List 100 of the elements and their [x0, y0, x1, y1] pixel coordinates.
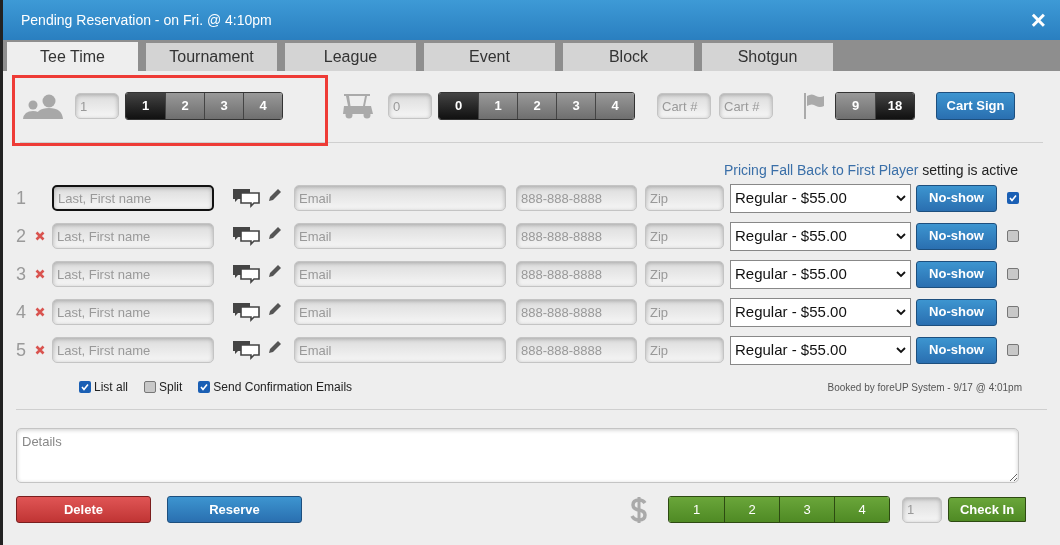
segment-button[interactable]: 1: [478, 93, 517, 119]
checkbox[interactable]: [1007, 230, 1019, 242]
checkbox[interactable]: [198, 381, 211, 393]
zip-field[interactable]: Zip: [645, 299, 724, 325]
price-select[interactable]: Regular - $55.00: [730, 297, 911, 327]
tab[interactable]: League: [285, 43, 416, 71]
no-show-button[interactable]: No-show: [916, 260, 997, 288]
name-field[interactable]: Last, First name: [52, 185, 214, 211]
pay-button[interactable]: 3: [779, 497, 834, 522]
no-show-button[interactable]: No-show: [916, 184, 997, 212]
segment-button[interactable]: 3: [204, 93, 243, 119]
row-number: 4: [16, 300, 27, 324]
carts-count-field[interactable]: 0: [388, 93, 432, 119]
row-number: 5: [16, 338, 27, 362]
checkbox[interactable]: [1007, 192, 1019, 204]
pricing-link[interactable]: Pricing Fall Back to First Player: [723, 162, 919, 178]
email-field[interactable]: Email: [294, 261, 506, 287]
tab[interactable]: Shotgun: [702, 43, 833, 71]
players-count-field[interactable]: 1: [75, 93, 119, 119]
segment-button[interactable]: 4: [595, 93, 634, 119]
price-select[interactable]: Regular - $55.00: [730, 259, 911, 289]
chevron-down-icon: [896, 308, 906, 316]
no-show-button[interactable]: No-show: [916, 222, 997, 250]
price-select[interactable]: Regular - $55.00: [730, 221, 911, 251]
window-title: Pending Reservation - on Fri. @ 4:10pm: [21, 10, 272, 30]
comments-icon[interactable]: [232, 264, 260, 284]
pay-button[interactable]: 4: [834, 497, 889, 522]
check-in-count-field[interactable]: 1: [902, 496, 942, 523]
zip-field[interactable]: Zip: [645, 337, 724, 363]
zip-field[interactable]: Zip: [645, 261, 724, 287]
zip-field[interactable]: Zip: [645, 185, 724, 211]
option-label: List all: [94, 379, 128, 396]
details-field[interactable]: Details: [16, 428, 1019, 483]
segment-button[interactable]: 2: [165, 93, 204, 119]
no-show-button[interactable]: No-show: [916, 336, 997, 364]
row-number: 3: [16, 262, 27, 286]
cart-sign-button[interactable]: Cart Sign: [936, 92, 1015, 120]
golf-cart-icon: [340, 92, 376, 120]
segment-button[interactable]: 18: [875, 93, 914, 119]
email-field[interactable]: Email: [294, 185, 506, 211]
segment-button[interactable]: 9: [836, 93, 875, 119]
option-label: Send Confirmation Emails: [213, 379, 353, 396]
phone-field[interactable]: 888-888-8888: [516, 337, 637, 363]
tab[interactable]: Event: [424, 43, 555, 71]
checkbox[interactable]: [1007, 268, 1019, 280]
remove-icon[interactable]: [35, 307, 45, 317]
price-select[interactable]: Regular - $55.00: [730, 335, 911, 365]
delete-button[interactable]: Delete: [16, 496, 151, 523]
pencil-icon[interactable]: [268, 302, 282, 316]
email-field[interactable]: Email: [294, 337, 506, 363]
email-field[interactable]: Email: [294, 299, 506, 325]
row-number: 2: [16, 224, 27, 248]
tab[interactable]: Tournament: [146, 43, 277, 71]
cart-number-field[interactable]: Cart #: [719, 93, 773, 119]
remove-icon[interactable]: [35, 231, 45, 241]
phone-field[interactable]: 888-888-8888: [516, 299, 637, 325]
comments-icon[interactable]: [232, 188, 260, 208]
check-in-button[interactable]: Check In: [948, 497, 1026, 522]
tab[interactable]: Tee Time: [7, 42, 138, 71]
dollar-icon: [630, 495, 648, 524]
segment-button[interactable]: 4: [243, 93, 282, 119]
close-button[interactable]: ×: [1030, 7, 1046, 33]
pencil-icon[interactable]: [268, 226, 282, 240]
chevron-down-icon: [896, 232, 906, 240]
row-number: 1: [16, 186, 27, 210]
checkbox[interactable]: [1007, 306, 1019, 318]
people-icon: [23, 93, 65, 119]
chevron-down-icon: [896, 194, 906, 202]
phone-field[interactable]: 888-888-8888: [516, 223, 637, 249]
reserve-button[interactable]: Reserve: [167, 496, 302, 523]
zip-field[interactable]: Zip: [645, 223, 724, 249]
chevron-down-icon: [896, 346, 906, 354]
checkbox[interactable]: [144, 381, 156, 393]
no-show-button[interactable]: No-show: [916, 298, 997, 326]
chevron-down-icon: [896, 270, 906, 278]
comments-icon[interactable]: [232, 302, 260, 322]
comments-icon[interactable]: [232, 340, 260, 360]
segment-button[interactable]: 1: [126, 93, 165, 119]
phone-field[interactable]: 888-888-8888: [516, 261, 637, 287]
pay-button[interactable]: 1: [669, 497, 724, 522]
checkbox[interactable]: [79, 381, 91, 393]
comments-icon[interactable]: [232, 226, 260, 246]
pencil-icon[interactable]: [268, 188, 282, 202]
pencil-icon[interactable]: [268, 264, 282, 278]
flag-icon: [803, 93, 825, 119]
pricing-note: Pricing Fall Back to First Player setting is active: [723, 161, 1018, 180]
checkbox[interactable]: [1007, 344, 1019, 356]
option-label: Split: [159, 379, 183, 396]
segment-button[interactable]: 2: [517, 93, 556, 119]
email-field[interactable]: Email: [294, 223, 506, 249]
remove-icon[interactable]: [35, 269, 45, 279]
price-select[interactable]: Regular - $55.00: [730, 183, 911, 213]
segment-button[interactable]: 3: [556, 93, 595, 119]
cart-number-field[interactable]: Cart #: [657, 93, 711, 119]
phone-field[interactable]: 888-888-8888: [516, 185, 637, 211]
pay-button[interactable]: 2: [724, 497, 779, 522]
tab[interactable]: Block: [563, 43, 694, 71]
segment-button[interactable]: 0: [439, 93, 478, 119]
remove-icon[interactable]: [35, 345, 45, 355]
pencil-icon[interactable]: [268, 340, 282, 354]
